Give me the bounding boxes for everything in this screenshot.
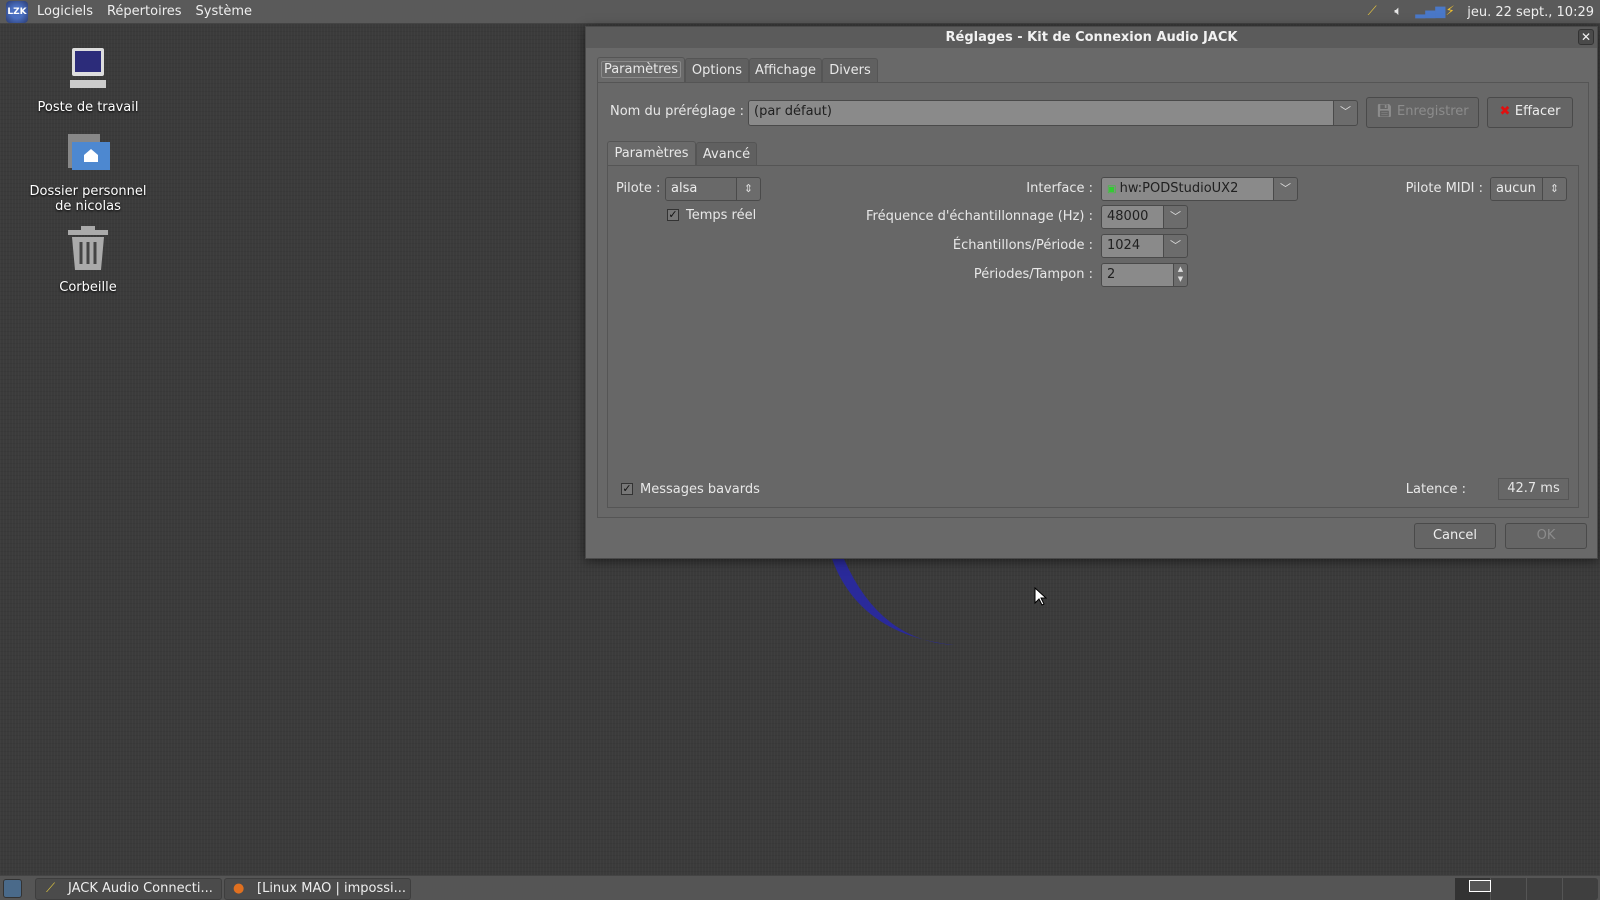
save-button[interactable]: 💾︎ Enregistrer: [1366, 97, 1479, 128]
verbose-label: Messages bavards: [640, 482, 760, 497]
midi-driver-label: Pilote MIDI :: [1405, 181, 1483, 196]
show-desktop-icon[interactable]: [3, 879, 22, 898]
mouse-cursor-icon: [1034, 587, 1048, 606]
latency-label: Latence :: [1405, 482, 1466, 497]
parameters-subpanel: Pilote : alsa ⇕ ✓ Temps réel Interface : …: [607, 165, 1579, 508]
workspace-2[interactable]: [1491, 878, 1527, 900]
sample-rate-label: Fréquence d'échantillonnage (Hz) :: [866, 209, 1093, 224]
tab-affichage[interactable]: Affichage: [749, 58, 822, 83]
driver-combo[interactable]: alsa ⇕: [665, 177, 761, 201]
menu-logiciels[interactable]: Logiciels: [30, 4, 100, 19]
desktop-icon-label: Poste de travail: [37, 100, 139, 115]
dialog-title: Réglages - Kit de Connexion Audio JACK: [945, 30, 1238, 45]
top-panel: LZK Logiciels Répertoires Système: [0, 0, 1600, 24]
tab-options[interactable]: Options: [685, 58, 749, 83]
realtime-label: Temps réel: [686, 208, 757, 223]
frames-combo[interactable]: 1024 ﹀: [1101, 234, 1188, 258]
distro-logo-icon[interactable]: LZK: [6, 0, 28, 23]
clock[interactable]: jeu. 22 sept., 10:29: [1467, 5, 1594, 20]
workspace-pager[interactable]: [1455, 878, 1598, 900]
menu-systeme[interactable]: Système: [189, 4, 259, 19]
chevron-down-icon[interactable]: ﹀: [1273, 178, 1297, 200]
desktop-icon-home[interactable]: Dossier personnel de nicolas: [23, 130, 153, 214]
desktop-icon-label: Dossier personnel de nicolas: [29, 184, 147, 214]
sample-rate-combo[interactable]: 48000 ﹀: [1101, 205, 1188, 229]
preset-combo[interactable]: (par défaut) ﹀: [748, 100, 1358, 126]
midi-driver-combo[interactable]: aucun ⇕: [1490, 177, 1567, 201]
desktop-icon-trash[interactable]: Corbeille: [23, 226, 153, 295]
home-folder-icon: [68, 134, 110, 170]
wallpaper-swoosh: [832, 559, 954, 645]
volume-icon[interactable]: 🔈︎: [1389, 3, 1407, 21]
frames-label: Échantillons/Période :: [952, 238, 1093, 253]
battery-power-icon[interactable]: ⚡: [1441, 3, 1459, 21]
tab-divers[interactable]: Divers: [822, 58, 878, 83]
soundcard-icon: ▣: [1107, 184, 1120, 195]
desktop-icon-label: Corbeille: [59, 280, 117, 295]
menu-repertoires[interactable]: Répertoires: [100, 4, 189, 19]
preset-label: Nom du préréglage :: [610, 104, 745, 119]
updown-icon: ⇕: [736, 178, 760, 200]
spin-arrows-icon[interactable]: ▲ ▼: [1173, 264, 1187, 286]
periods-spinbox[interactable]: 2 ▲ ▼: [1101, 263, 1188, 287]
periods-label: Périodes/Tampon :: [973, 267, 1093, 282]
chevron-down-icon[interactable]: ﹀: [1163, 235, 1187, 257]
chevron-down-icon[interactable]: ﹀: [1163, 206, 1187, 228]
computer-icon: [70, 48, 106, 88]
workspace-1[interactable]: [1455, 878, 1491, 900]
realtime-checkbox[interactable]: ✓: [667, 209, 679, 221]
driver-label: Pilote :: [616, 181, 661, 196]
delete-button[interactable]: ✖ Effacer: [1487, 97, 1573, 128]
ok-button[interactable]: OK: [1505, 523, 1587, 549]
interface-label: Interface :: [1026, 181, 1093, 196]
subtab-parametres[interactable]: Paramètres: [607, 141, 696, 167]
dialog-titlebar[interactable]: Réglages - Kit de Connexion Audio JACK ✕: [586, 27, 1597, 48]
workspace-3[interactable]: [1527, 878, 1563, 900]
interface-combo[interactable]: ▣ hw:PODStudioUX2 ﹀: [1101, 177, 1298, 201]
close-icon[interactable]: ✕: [1578, 29, 1594, 45]
firefox-icon: ●: [233, 881, 245, 896]
latency-value: 42.7 ms: [1498, 478, 1569, 500]
chevron-down-icon[interactable]: ﹀: [1333, 101, 1357, 125]
system-tray: ⟋ 🔈︎ ▂▄▆ ⚡ jeu. 22 sept., 10:29: [1363, 0, 1594, 24]
delete-x-icon: ✖: [1499, 104, 1515, 119]
verbose-checkbox[interactable]: ✓: [621, 483, 633, 495]
settings-panel: Nom du préréglage : (par défaut) ﹀ 💾︎ Enr…: [597, 82, 1589, 518]
task-firefox[interactable]: ● [Linux MAO | impossi...: [224, 878, 411, 900]
updown-icon: ⇕: [1542, 178, 1566, 200]
trash-icon: [68, 226, 108, 270]
tab-parametres[interactable]: Paramètres: [597, 57, 685, 83]
desktop-icon-computer[interactable]: Poste de travail: [23, 46, 153, 115]
subtab-avance[interactable]: Avancé: [696, 142, 757, 167]
jack-icon: ⟋: [46, 881, 56, 896]
jack-settings-dialog: Réglages - Kit de Connexion Audio JACK ✕…: [585, 26, 1598, 559]
network-signal-icon[interactable]: ▂▄▆: [1415, 3, 1445, 21]
save-icon: 💾︎: [1376, 104, 1397, 119]
cancel-button[interactable]: Cancel: [1414, 523, 1496, 549]
workspace-4[interactable]: [1563, 878, 1598, 900]
task-jack[interactable]: ⟋ JACK Audio Connecti...: [35, 878, 222, 900]
taskbar: ⟋ JACK Audio Connecti... ● [Linux MAO | im…: [0, 875, 1600, 900]
jack-icon[interactable]: ⟋: [1363, 3, 1381, 21]
